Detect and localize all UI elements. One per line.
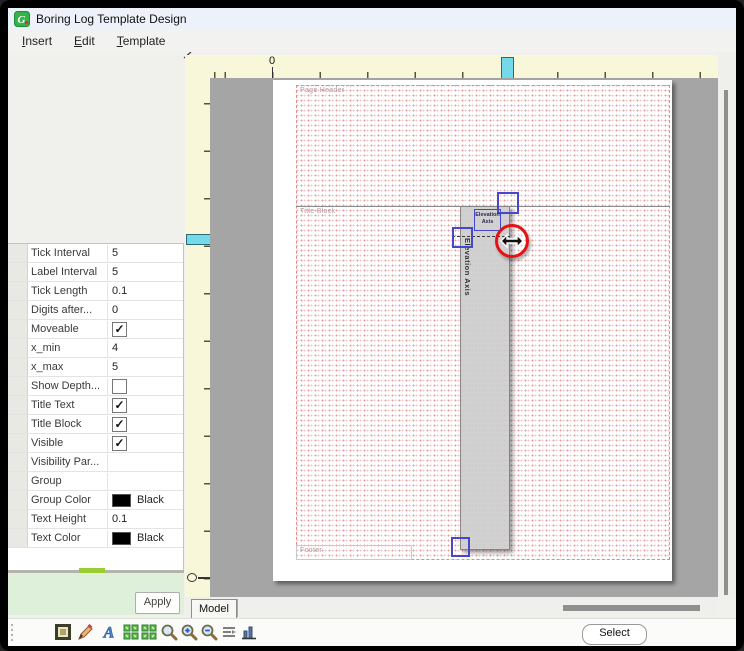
ruler-zero-tick: [271, 67, 273, 78]
moveable-checkbox[interactable]: ✓: [112, 321, 127, 337]
selection-handle-left[interactable]: [452, 227, 473, 248]
menu-edit[interactable]: Edit: [64, 31, 105, 51]
ruler-zero-label: 0: [268, 55, 276, 67]
tab-separator: [237, 599, 238, 617]
vertical-scrollbar-thumb[interactable]: [724, 90, 728, 595]
svg-text:A: A: [103, 625, 115, 642]
property-value[interactable]: 4: [108, 340, 183, 357]
bottom-toolbar: A Select: [8, 618, 736, 646]
toolbar-grip[interactable]: [10, 624, 14, 641]
ruler-position-marker[interactable]: [186, 234, 211, 245]
vertical-ruler[interactable]: [185, 78, 211, 597]
ruler-position-marker[interactable]: [501, 57, 514, 80]
horizontal-scrollbar-thumb[interactable]: [563, 605, 700, 611]
property-row-group-color[interactable]: Group Color Black: [8, 491, 183, 510]
zoom-in-icon[interactable]: [180, 623, 198, 641]
property-value[interactable]: 0: [108, 302, 183, 319]
row-margin: [8, 415, 28, 433]
group-color-swatch[interactable]: [112, 493, 131, 507]
elevation-axis-vertical-label: Elevation Axis: [463, 238, 472, 296]
property-row-group[interactable]: Group: [8, 472, 183, 491]
property-row-tick-interval[interactable]: Tick Interval 5: [8, 244, 183, 263]
row-margin: [8, 510, 28, 528]
property-row-title-block[interactable]: Title Block ✓: [8, 415, 183, 434]
tab-strip: Model: [185, 597, 718, 620]
align-list-icon[interactable]: [220, 623, 238, 641]
elevation-axis-label-box[interactable]: Elevation Axis: [474, 209, 501, 231]
row-margin: [8, 320, 28, 338]
pencil-icon[interactable]: [76, 623, 94, 641]
row-margin: [8, 244, 28, 262]
ruler-zero-tick: [198, 577, 210, 579]
design-canvas[interactable]: Page Header Title Block Footer Elevation…: [210, 78, 718, 597]
property-row-tick-length[interactable]: Tick Length 0.1: [8, 282, 183, 301]
title-block-checkbox[interactable]: ✓: [112, 416, 127, 432]
green-grid-fit-icon[interactable]: [140, 623, 158, 641]
template-page[interactable]: Page Header Title Block Footer Elevation…: [273, 80, 672, 581]
title-bar[interactable]: G Boring Log Template Design: [8, 8, 736, 30]
app-icon: G: [14, 11, 30, 27]
footer-label: Footer: [300, 547, 323, 554]
title-text-checkbox[interactable]: ✓: [112, 397, 127, 413]
row-margin: [8, 358, 28, 376]
property-value[interactable]: 5: [108, 264, 183, 281]
properties-panel: Tick Interval 5 Label Interval 5 Tick Leng…: [8, 243, 184, 573]
property-row-x-max[interactable]: x_max 5: [8, 358, 183, 377]
frame-select-icon[interactable]: [54, 623, 72, 641]
property-value[interactable]: 5: [108, 245, 183, 262]
row-margin: [8, 377, 28, 395]
page-header-label: Page Header: [300, 87, 345, 94]
visible-checkbox[interactable]: ✓: [112, 435, 127, 451]
horizontal-ruler[interactable]: 0: [185, 55, 718, 80]
chart-icon[interactable]: [240, 623, 258, 641]
row-margin: [8, 263, 28, 281]
property-row-moveable[interactable]: Moveable ✓: [8, 320, 183, 339]
row-margin: [8, 472, 28, 490]
app-window: G Boring Log Template Design Insert Edit…: [8, 8, 736, 646]
row-margin: [8, 529, 28, 547]
text-tool-icon[interactable]: A: [98, 623, 120, 641]
menu-insert[interactable]: Insert: [12, 31, 62, 51]
show-depth-checkbox[interactable]: [112, 378, 127, 394]
svg-text:G: G: [18, 14, 26, 26]
menu-bar: Insert Edit Template: [8, 30, 736, 52]
property-value[interactable]: 5: [108, 359, 183, 376]
property-row-show-depth[interactable]: Show Depth...: [8, 377, 183, 396]
property-row-x-min[interactable]: x_min 4: [8, 339, 183, 358]
tab-model[interactable]: Model: [191, 599, 237, 620]
property-row-visible[interactable]: Visible ✓: [8, 434, 183, 453]
row-margin: [8, 282, 28, 300]
group-color-name: Black: [137, 493, 164, 506]
property-row-title-text[interactable]: Title Text ✓: [8, 396, 183, 415]
zoom-out-icon[interactable]: [200, 623, 218, 641]
window-title: Boring Log Template Design: [36, 12, 187, 26]
text-color-name: Black: [137, 531, 164, 544]
selection-handle-bottom[interactable]: [451, 537, 470, 557]
row-margin: [8, 491, 28, 509]
property-row-digits-after[interactable]: Digits after... 0: [8, 301, 183, 320]
property-value[interactable]: 0.1: [108, 511, 183, 528]
apply-button[interactable]: Apply: [135, 592, 180, 614]
horizontal-resize-cursor-icon: [500, 233, 524, 249]
select-button[interactable]: Select: [582, 624, 647, 645]
row-margin: [8, 301, 28, 319]
drag-highlight-circle[interactable]: [495, 224, 529, 258]
menu-template[interactable]: Template: [107, 31, 176, 51]
green-grid-icon[interactable]: [122, 623, 140, 641]
zoom-icon[interactable]: [160, 623, 178, 641]
property-row-visibility-par[interactable]: Visibility Par...: [8, 453, 183, 472]
row-margin: [8, 434, 28, 452]
row-margin: [8, 453, 28, 471]
title-block-label: Title Block: [300, 208, 336, 215]
text-color-swatch[interactable]: [112, 531, 131, 545]
property-row-text-color[interactable]: Text Color Black: [8, 529, 183, 548]
property-row-text-height[interactable]: Text Height 0.1: [8, 510, 183, 529]
row-margin: [8, 396, 28, 414]
ruler-zero-label: [187, 573, 197, 582]
property-row-label-interval[interactable]: Label Interval 5: [8, 263, 183, 282]
row-margin: [8, 339, 28, 357]
property-value[interactable]: 0.1: [108, 283, 183, 300]
window-frame: G Boring Log Template Design Insert Edit…: [0, 0, 744, 651]
